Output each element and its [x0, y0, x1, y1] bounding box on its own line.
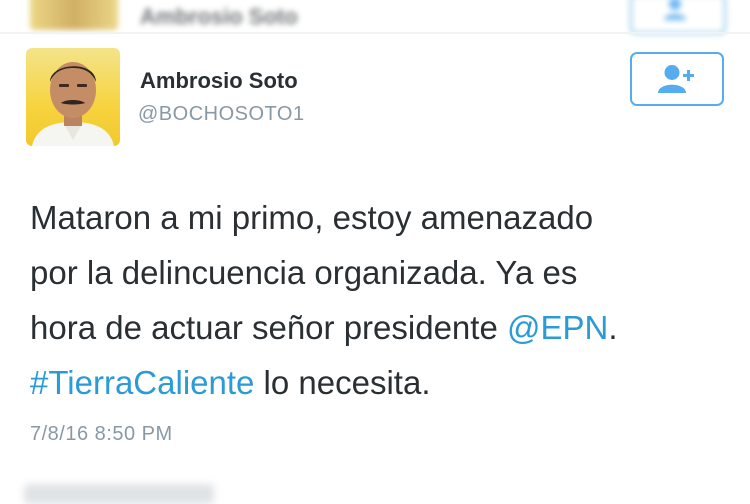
tweet-line: hora de actuar señor presidente @EPN. — [30, 300, 730, 355]
tweet-line-text: lo necesita. — [254, 364, 431, 401]
mention-link[interactable]: @EPN — [507, 309, 608, 346]
previous-tweet-follow-button[interactable] — [630, 0, 726, 34]
tweet-text: Mataron a mi primo, estoy amenazado por … — [30, 190, 730, 410]
author-handle[interactable]: @BOCHOSOTO1 — [138, 103, 305, 126]
follow-button[interactable] — [630, 52, 724, 106]
tweet-line-punct: . — [608, 309, 618, 346]
tweet-line: Mataron a mi primo, estoy amenazado — [30, 199, 594, 236]
divider — [0, 32, 750, 34]
previous-tweet-avatar — [30, 0, 118, 30]
previous-tweet-header: Ambrosio Soto — [0, 0, 750, 34]
add-user-icon — [658, 65, 694, 93]
avatar[interactable] — [26, 48, 120, 146]
next-tweet-blurred — [24, 484, 214, 504]
previous-tweet-name: Ambrosio Soto — [140, 4, 298, 29]
tweet-line-text: hora de actuar señor presidente — [30, 309, 507, 346]
tweet-timestamp[interactable]: 7/8/16 8:50 PM — [30, 423, 173, 446]
author-name[interactable]: Ambrosio Soto — [140, 68, 298, 94]
hashtag-link[interactable]: #TierraCaliente — [30, 364, 254, 401]
tweet-line: #TierraCaliente lo necesita. — [30, 355, 730, 410]
add-user-icon — [664, 0, 686, 20]
tweet-line: por la delincuencia organizada. Ya es — [30, 254, 578, 291]
